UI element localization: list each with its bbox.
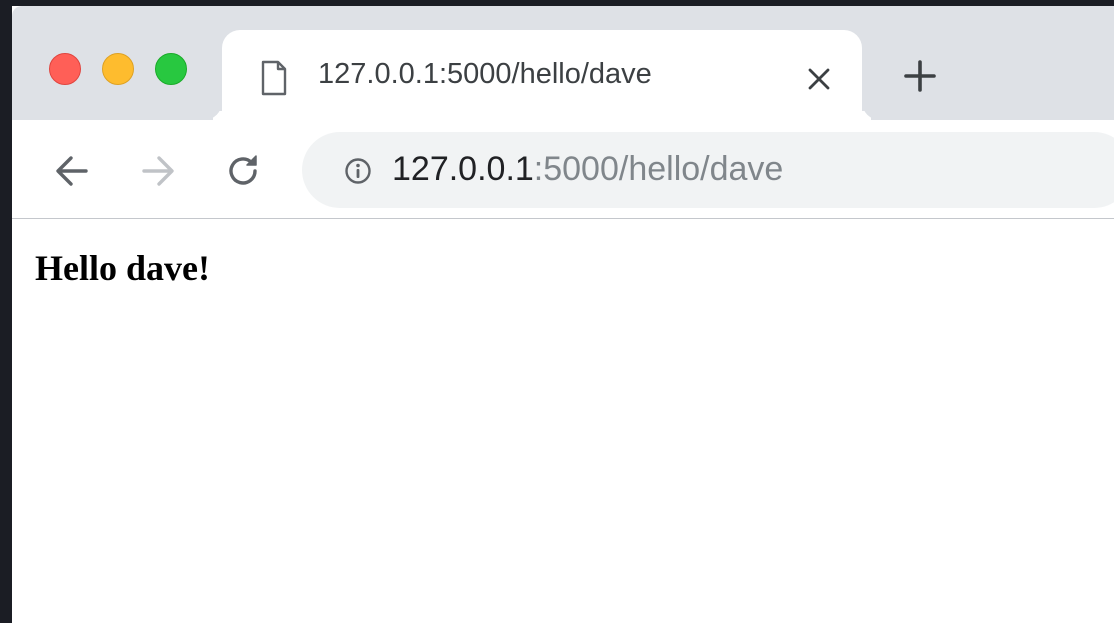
tab-active[interactable]: 127.0.0.1:5000/hello/dave [222, 30, 862, 120]
arrow-left-icon[interactable] [52, 151, 92, 191]
page-heading: Hello dave! [35, 248, 210, 288]
browser-window: 127.0.0.1:5000/hello/dave 127.0.0.1:5000… [12, 6, 1114, 623]
url-host: 127.0.0.1 [392, 150, 534, 188]
tab-title: 127.0.0.1:5000/hello/dave [318, 58, 652, 90]
reload-icon[interactable] [223, 151, 263, 191]
tab-strip: 127.0.0.1:5000/hello/dave [12, 6, 1114, 120]
window-maximize-button[interactable] [155, 53, 187, 85]
url-text[interactable]: 127.0.0.1:5000/hello/dave [392, 150, 783, 189]
browser-toolbar: 127.0.0.1:5000/hello/dave [12, 120, 1114, 219]
window-minimize-button[interactable] [102, 53, 134, 85]
document-icon [260, 60, 288, 96]
desktop-background [0, 0, 12, 623]
close-icon[interactable] [804, 64, 834, 94]
page-content: Hello dave! [12, 219, 1114, 623]
arrow-right-icon[interactable] [138, 151, 178, 191]
address-bar[interactable]: 127.0.0.1:5000/hello/dave [302, 132, 1114, 208]
plus-icon[interactable] [902, 58, 938, 94]
info-icon[interactable] [344, 157, 372, 185]
screen: 127.0.0.1:5000/hello/dave 127.0.0.1:5000… [0, 0, 1114, 623]
window-close-button[interactable] [49, 53, 81, 85]
url-path: :5000/hello/dave [533, 150, 784, 188]
